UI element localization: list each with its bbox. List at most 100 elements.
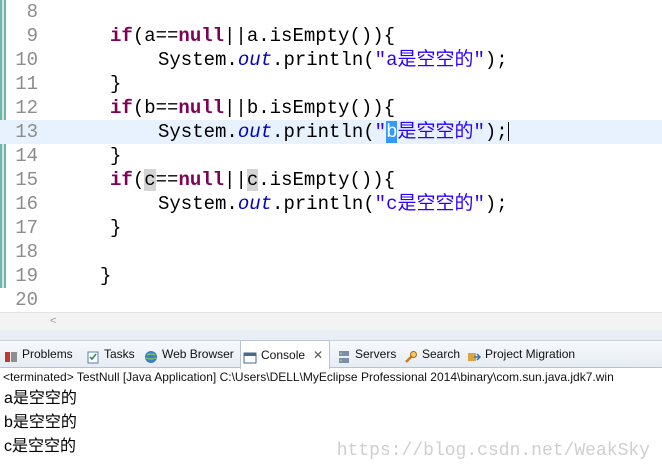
code-token: == <box>155 169 179 191</box>
tab-label: Web Browser <box>162 347 234 361</box>
code-token: null <box>178 169 225 191</box>
line-number: 10 <box>15 49 38 71</box>
code-token: null <box>178 97 225 119</box>
search-icon <box>404 347 418 363</box>
code-text: if(c==null||c.isEmpty()){ <box>110 168 395 192</box>
code-line[interactable]: 17} <box>0 216 662 240</box>
migration-icon <box>467 347 482 361</box>
code-line[interactable]: 13 System.out.println("b是空空的"); <box>0 120 662 144</box>
code-token: ( <box>132 169 145 191</box>
servers-icon <box>337 347 351 363</box>
code-token: (b== <box>132 97 179 119</box>
code-token: c <box>246 169 259 191</box>
line-number: 19 <box>15 265 38 287</box>
code-editor[interactable]: 8 9 if(a==null||a.isEmpty()){10 System.out.… <box>0 0 662 312</box>
code-token: out <box>237 121 273 143</box>
code-token: b <box>386 121 398 143</box>
code-text: if(a==null||a.isEmpty()){ <box>110 24 395 48</box>
code-token: out <box>237 193 273 215</box>
code-token: ); <box>484 193 508 215</box>
code-line[interactable]: 18 <box>0 240 662 264</box>
code-token: if <box>110 169 133 191</box>
tab-search[interactable]: Search <box>402 341 462 367</box>
code-text: } <box>110 216 121 240</box>
code-line[interactable]: 9 if(a==null||a.isEmpty()){ <box>0 24 662 48</box>
code-token: 是空空的" <box>397 121 485 143</box>
line-number: 11 <box>15 73 38 95</box>
line-number: 14 <box>15 145 38 167</box>
tab-label: Console <box>261 348 306 362</box>
console-output-line: c是空空的 <box>4 438 77 455</box>
code-token: } <box>110 145 122 167</box>
line-number: 12 <box>15 97 38 119</box>
line-number: 17 <box>15 217 38 239</box>
console-output-line: a是空空的 <box>4 390 77 407</box>
line-number: 18 <box>15 241 38 263</box>
code-token: ||b.isEmpty()){ <box>224 97 396 119</box>
console-status-line: <terminated> TestNull [Java Application]… <box>3 370 614 384</box>
tab-web-browser[interactable]: Web Browser <box>142 341 236 367</box>
code-line[interactable]: 8 <box>0 0 662 24</box>
console-output: a是空空的 b是空空的 c是空空的 <box>4 388 77 460</box>
code-line[interactable]: 10 System.out.println("a是空空的"); <box>0 48 662 72</box>
horizontal-scrollbar[interactable]: < <box>0 312 662 330</box>
code-token: .isEmpty()){ <box>258 169 396 191</box>
code-token: || <box>224 169 247 191</box>
code-token: if <box>110 25 133 47</box>
code-text: if(b==null||b.isEmpty()){ <box>110 96 395 120</box>
code-text: } <box>110 72 121 96</box>
code-line[interactable]: 14} <box>0 144 662 168</box>
code-token: .println( <box>272 193 375 215</box>
scroll-left-arrow-icon[interactable]: < <box>50 313 56 330</box>
code-line[interactable]: 16 System.out.println("c是空空的"); <box>0 192 662 216</box>
code-token: " <box>374 121 387 143</box>
tab-servers[interactable]: Servers <box>335 341 398 367</box>
code-line[interactable]: 19} <box>0 264 662 288</box>
console-output-line: b是空空的 <box>4 414 77 431</box>
line-number: 9 <box>26 25 38 47</box>
tab-label: Project Migration <box>485 347 576 361</box>
code-token: } <box>110 73 122 95</box>
close-icon[interactable]: ✕ <box>313 342 323 368</box>
code-token: .println( <box>272 49 375 71</box>
code-token: System. <box>158 49 238 71</box>
code-token: } <box>110 217 122 239</box>
code-token: "c是空空的" <box>374 193 485 215</box>
code-token: ); <box>484 49 508 71</box>
editor-view-divider[interactable] <box>0 330 662 341</box>
tab-tasks[interactable]: Tasks <box>84 341 137 367</box>
tab-problems[interactable]: Problems <box>2 341 75 367</box>
code-line[interactable]: 15 if(c==null||c.isEmpty()){ <box>0 168 662 192</box>
line-number: 15 <box>15 169 38 191</box>
tab-label: Problems <box>22 347 73 361</box>
code-token: null <box>178 25 225 47</box>
view-tab-bar: Problems Tasks Web Browser Console ✕ Servers S… <box>0 340 662 369</box>
globe-icon <box>144 347 158 363</box>
tab-console[interactable]: Console ✕ <box>240 340 331 369</box>
code-token: System. <box>158 193 238 215</box>
code-text: System.out.println("a是空空的"); <box>158 48 508 72</box>
watermark: https://blog.csdn.net/WeakSky <box>336 441 650 461</box>
code-line[interactable]: 11} <box>0 72 662 96</box>
line-number: 8 <box>26 1 38 23</box>
code-lines: 8 9 if(a==null||a.isEmpty()){10 System.out.… <box>0 0 662 312</box>
code-token: System. <box>158 121 238 143</box>
code-text: } <box>110 144 121 168</box>
code-token: ); <box>484 121 508 143</box>
code-line[interactable]: 12 if(b==null||b.isEmpty()){ <box>0 96 662 120</box>
problems-icon <box>4 347 18 362</box>
code-token: if <box>110 97 133 119</box>
code-line[interactable]: 20 <box>0 288 662 312</box>
line-number: 13 <box>15 121 38 143</box>
tab-label: Tasks <box>104 347 135 361</box>
tab-project-migration[interactable]: Project Migration <box>465 341 577 367</box>
line-number: 20 <box>15 289 38 311</box>
console-icon <box>243 348 257 364</box>
code-text: } <box>100 264 111 288</box>
code-text: System.out.println("c是空空的"); <box>158 192 508 216</box>
text-caret <box>507 122 509 142</box>
code-token: out <box>237 49 273 71</box>
tab-label: Servers <box>355 347 397 361</box>
code-text: System.out.println("b是空空的"); <box>158 120 509 144</box>
code-token: } <box>100 265 112 287</box>
